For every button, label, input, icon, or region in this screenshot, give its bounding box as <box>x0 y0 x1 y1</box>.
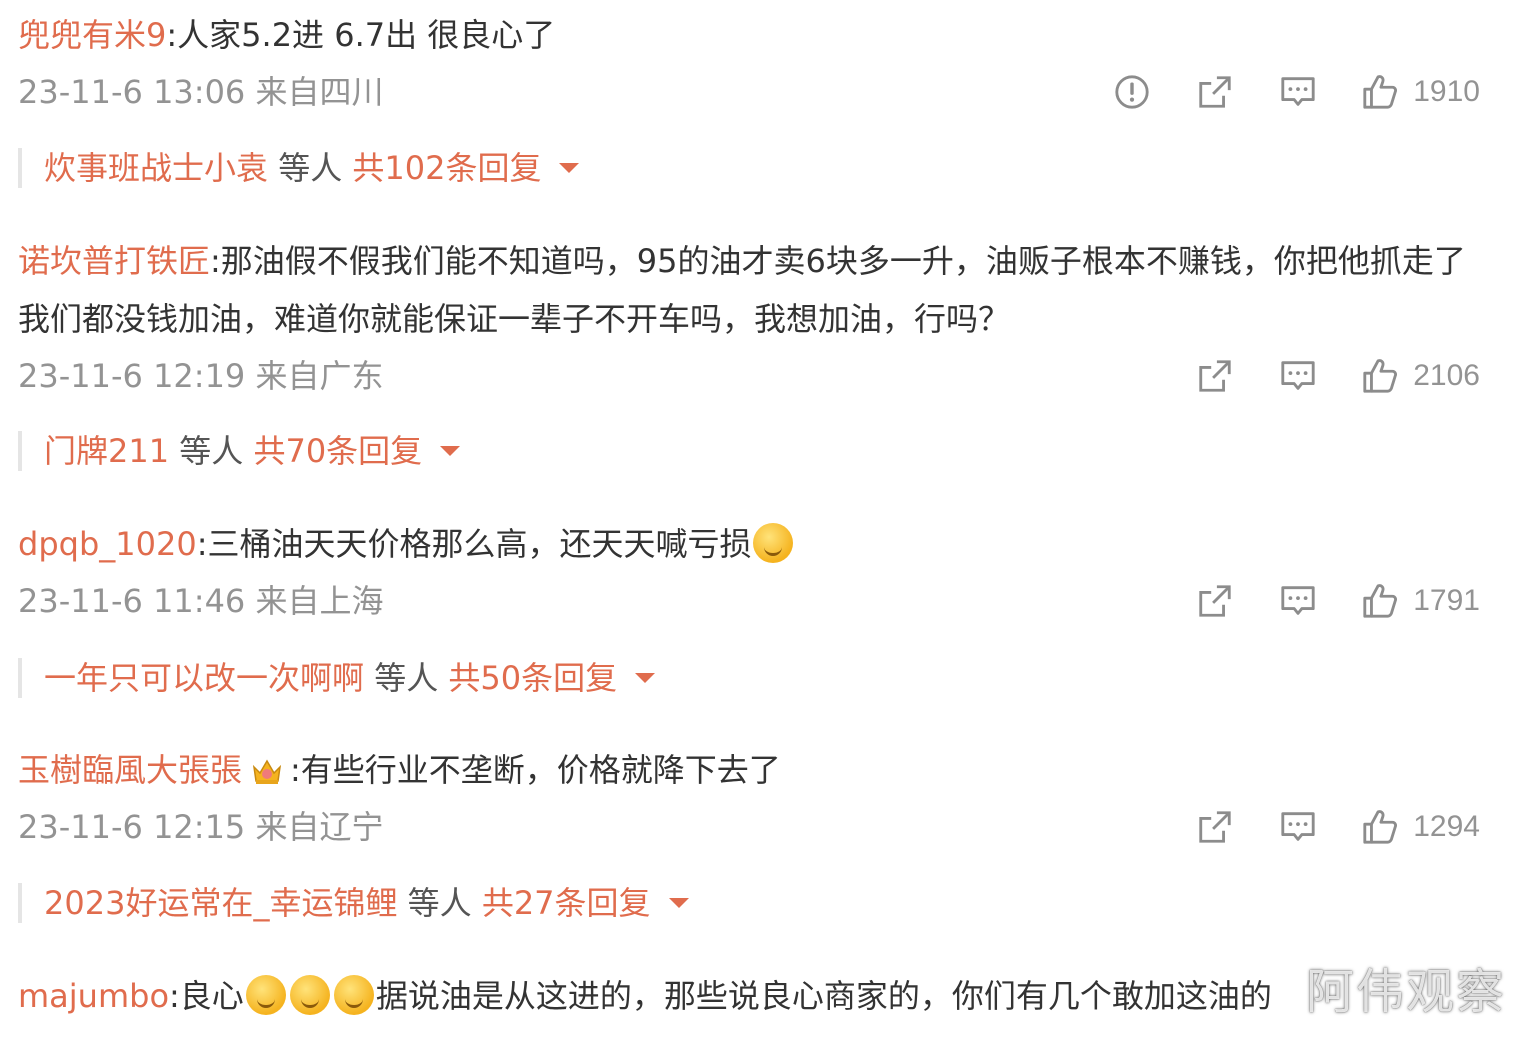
reply-expander[interactable]: 2023好运常在_幸运锦鲤 等人 共27条回复 <box>18 883 689 923</box>
watermark: 阿伟观察 <box>1305 964 1506 1020</box>
reply-count[interactable]: 共27条回复 <box>482 884 651 922</box>
thumbs-up-icon <box>1363 810 1398 844</box>
comment-author[interactable]: dpqb_1020 <box>18 525 197 563</box>
comment-icon[interactable] <box>1279 357 1317 395</box>
comment-actions: 2106 <box>1151 348 1480 404</box>
thumbs-up-icon <box>1363 359 1398 393</box>
reply-names[interactable]: 一年只可以改一次啊啊 <box>44 659 364 697</box>
report-icon[interactable] <box>1113 73 1151 111</box>
comment-meta: 23-11-6 11:46 来自上海 1791 <box>18 573 1480 629</box>
comment-body: 诺坎普打铁匠:那油假不假我们能不知道吗，95的油才卖6块多一升，油贩子根本不赚钱… <box>18 232 1478 348</box>
reply-count[interactable]: 共70条回复 <box>253 432 422 470</box>
comment-item: dpqb_1020:三桶油天天价格那么高，还天天喊亏损 23-11-6 11:4… <box>18 515 1480 629</box>
like-button[interactable]: 1910 <box>1361 73 1480 111</box>
comment-timestamp: 23-11-6 13:06 来自四川 <box>18 73 384 111</box>
comment-body: dpqb_1020:三桶油天天价格那么高，还天天喊亏损 <box>18 515 1480 573</box>
like-button[interactable]: 1791 <box>1361 582 1480 620</box>
reply-connector: 等人 <box>397 884 482 922</box>
comment-author[interactable]: 玉樹臨風大張張 <box>18 751 242 789</box>
like-button[interactable]: 1294 <box>1361 808 1480 846</box>
comment-body: 兜兜有米9:人家5.2进 6.7出 很良心了 <box>18 6 1480 64</box>
comment-icon[interactable] <box>1279 582 1317 620</box>
share-icon[interactable] <box>1196 73 1234 111</box>
comment-text: :人家5.2进 6.7出 很良心了 <box>166 16 556 54</box>
comment-text: :有些行业不垄断，价格就降下去了 <box>290 751 781 789</box>
comment-item: majumbo:良心 据说油是从这进的，那些说良心商家的，你们有几个敢加这油的 <box>18 967 1480 1025</box>
like-count: 1910 <box>1413 75 1480 108</box>
like-count: 1791 <box>1413 584 1480 617</box>
comment-meta: 23-11-6 13:06 来自四川 1910 <box>18 64 1480 120</box>
comment-meta: 23-11-6 12:19 来自广东 2106 <box>18 348 1480 404</box>
crown-badge-icon <box>252 759 282 784</box>
share-icon[interactable] <box>1196 357 1234 395</box>
thumbs-up-icon <box>1363 584 1398 618</box>
caret-down-icon[interactable] <box>635 673 656 683</box>
comment-text: :那油假不假我们能不知道吗，95的油才卖6块多一升，油贩子根本不赚钱，你把他抓走… <box>18 242 1466 338</box>
reply-connector: 等人 <box>364 659 449 697</box>
comment-body: majumbo:良心 据说油是从这进的，那些说良心商家的，你们有几个敢加这油的 <box>18 967 1480 1025</box>
caret-down-icon[interactable] <box>668 898 689 908</box>
caret-down-icon[interactable] <box>440 446 461 456</box>
comment-author[interactable]: 诺坎普打铁匠 <box>18 242 210 280</box>
comment-text: :三桶油天天价格那么高，还天天喊亏损 <box>196 525 752 563</box>
comment-timestamp: 23-11-6 11:46 来自上海 <box>18 582 384 620</box>
comment-item: 玉樹臨風大張張 :有些行业不垄断，价格就降下去了 23-11-6 12:15 来… <box>18 741 1480 855</box>
comment-icon[interactable] <box>1279 73 1317 111</box>
share-icon[interactable] <box>1196 582 1234 620</box>
reply-names[interactable]: 炊事班战士小袁 <box>44 149 268 187</box>
comment-actions: 1791 <box>1151 573 1480 629</box>
emoji-icon <box>245 975 286 1015</box>
comment-text: :良心 <box>169 977 244 1015</box>
reply-expander[interactable]: 炊事班战士小袁 等人 共102条回复 <box>18 148 580 188</box>
reply-names[interactable]: 2023好运常在_幸运锦鲤 <box>44 884 397 922</box>
like-button[interactable]: 2106 <box>1361 357 1480 395</box>
like-count: 1294 <box>1413 810 1480 843</box>
comment-item: 诺坎普打铁匠:那油假不假我们能不知道吗，95的油才卖6块多一升，油贩子根本不赚钱… <box>18 232 1480 404</box>
caret-down-icon[interactable] <box>559 163 580 173</box>
like-count: 2106 <box>1413 359 1480 392</box>
reply-expander[interactable]: 一年只可以改一次啊啊 等人 共50条回复 <box>18 658 656 698</box>
comment-actions: 1294 <box>1151 799 1480 855</box>
reply-expander[interactable]: 门牌211 等人 共70条回复 <box>18 431 461 471</box>
comment-timestamp: 23-11-6 12:19 来自广东 <box>18 357 384 395</box>
emoji-icon <box>289 975 330 1015</box>
comment-text: 据说油是从这进的，那些说良心商家的，你们有几个敢加这油的 <box>375 977 1272 1015</box>
share-icon[interactable] <box>1196 808 1234 846</box>
comment-item: 兜兜有米9:人家5.2进 6.7出 很良心了 23-11-6 13:06 来自四… <box>18 6 1480 120</box>
comment-body: 玉樹臨風大張張 :有些行业不垄断，价格就降下去了 <box>18 741 1480 799</box>
comment-meta: 23-11-6 12:15 来自辽宁 1294 <box>18 799 1480 855</box>
emoji-icon <box>753 523 794 563</box>
reply-names[interactable]: 门牌211 <box>44 432 169 470</box>
emoji-icon <box>333 975 374 1015</box>
reply-connector: 等人 <box>268 149 353 187</box>
reply-connector: 等人 <box>169 432 254 470</box>
reply-count[interactable]: 共102条回复 <box>352 149 541 187</box>
comment-author[interactable]: 兜兜有米9 <box>18 16 166 54</box>
comment-timestamp: 23-11-6 12:15 来自辽宁 <box>18 808 384 846</box>
comment-icon[interactable] <box>1279 808 1317 846</box>
comment-author[interactable]: majumbo <box>18 977 169 1015</box>
thumbs-up-icon <box>1363 75 1398 109</box>
reply-count[interactable]: 共50条回复 <box>448 659 617 697</box>
comment-actions: 1910 <box>1068 64 1480 120</box>
